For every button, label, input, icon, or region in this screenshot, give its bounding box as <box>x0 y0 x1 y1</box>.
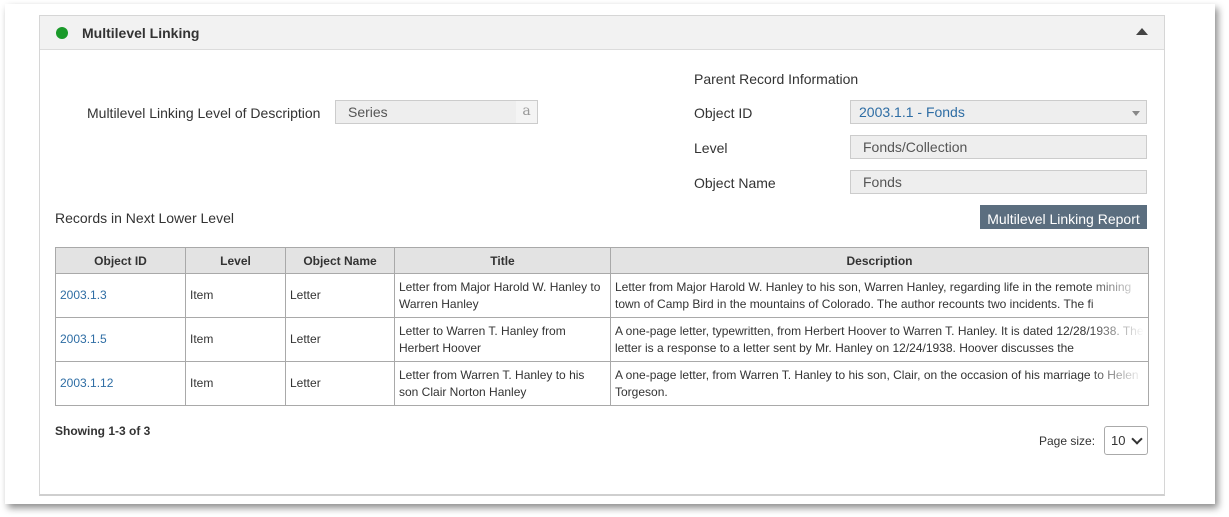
title-cell: Letter from Warren T. Hanley to his son … <box>394 361 611 406</box>
caret-down-icon <box>1132 111 1140 116</box>
multilevel-linking-report-button[interactable]: Multilevel Linking Report <box>980 205 1147 229</box>
page-size-label: Page size: <box>1039 434 1096 448</box>
object-name-cell: Letter <box>285 317 395 362</box>
table-row[interactable]: 2003.1.5 Item Letter Letter to Warren T.… <box>55 317 1149 362</box>
object-id-value: 2003.1.1 - Fonds <box>859 104 965 120</box>
object-name-cell: Letter <box>285 273 395 318</box>
column-header-level[interactable]: Level <box>185 247 286 274</box>
chevron-down-icon <box>1131 433 1143 445</box>
column-header-description[interactable]: Description <box>610 247 1149 274</box>
table-row[interactable]: 2003.1.12 Item Letter Letter from Warren… <box>55 361 1149 406</box>
level-cell: Item <box>185 273 286 318</box>
screenshot-frame: Multilevel Linking Multilevel Linking Le… <box>5 4 1215 504</box>
page-size-select[interactable]: 10 <box>1104 426 1148 455</box>
level-field: Fonds/Collection <box>850 135 1147 159</box>
chevron-up-icon[interactable] <box>1136 28 1148 35</box>
table-row[interactable]: 2003.1.3 Item Letter Letter from Major H… <box>55 273 1149 318</box>
level-label: Level <box>694 140 728 156</box>
column-header-object-id[interactable]: Object ID <box>55 247 186 274</box>
object-name-field: Fonds <box>850 170 1147 194</box>
description-cell: Letter from Major Harold W. Hanley to hi… <box>615 279 1132 311</box>
object-id-link[interactable]: 2003.1.12 <box>60 376 113 390</box>
panel-header[interactable]: Multilevel Linking <box>40 16 1164 50</box>
level-of-description-label: Multilevel Linking Level of Description <box>87 105 321 121</box>
records-table: Object ID Level Object Name Title Descri… <box>55 247 1149 406</box>
parent-record-heading: Parent Record Information <box>694 71 859 87</box>
level-cell: Item <box>185 317 286 362</box>
object-name-label: Object Name <box>694 175 776 191</box>
description-cell: A one-page letter, typewritten, from Her… <box>615 323 1144 355</box>
level-of-description-field[interactable]: Series <box>335 100 517 124</box>
object-name-cell: Letter <box>285 361 395 406</box>
multilevel-linking-panel: Multilevel Linking Multilevel Linking Le… <box>39 15 1165 496</box>
page-size-value: 10 <box>1111 433 1126 448</box>
object-id-select[interactable]: 2003.1.1 - Fonds <box>850 100 1147 124</box>
panel-title: Multilevel Linking <box>82 25 200 41</box>
object-id-link[interactable]: 2003.1.3 <box>60 288 107 302</box>
object-id-label: Object ID <box>694 105 753 121</box>
pagination-summary: Showing 1-3 of 3 <box>55 424 151 438</box>
description-cell: A one-page letter, from Warren T. Hanley… <box>615 367 1139 399</box>
title-cell: Letter from Major Harold W. Hanley to Wa… <box>394 273 611 318</box>
column-header-object-name[interactable]: Object Name <box>285 247 395 274</box>
status-dot-icon <box>56 27 68 39</box>
level-cell: Item <box>185 361 286 406</box>
text-format-icon[interactable]: a <box>516 100 538 124</box>
column-header-title[interactable]: Title <box>394 247 611 274</box>
records-heading: Records in Next Lower Level <box>55 210 234 226</box>
title-cell: Letter to Warren T. Hanley from Herbert … <box>394 317 611 362</box>
table-header-row: Object ID Level Object Name Title Descri… <box>55 247 1149 274</box>
object-id-link[interactable]: 2003.1.5 <box>60 332 107 346</box>
